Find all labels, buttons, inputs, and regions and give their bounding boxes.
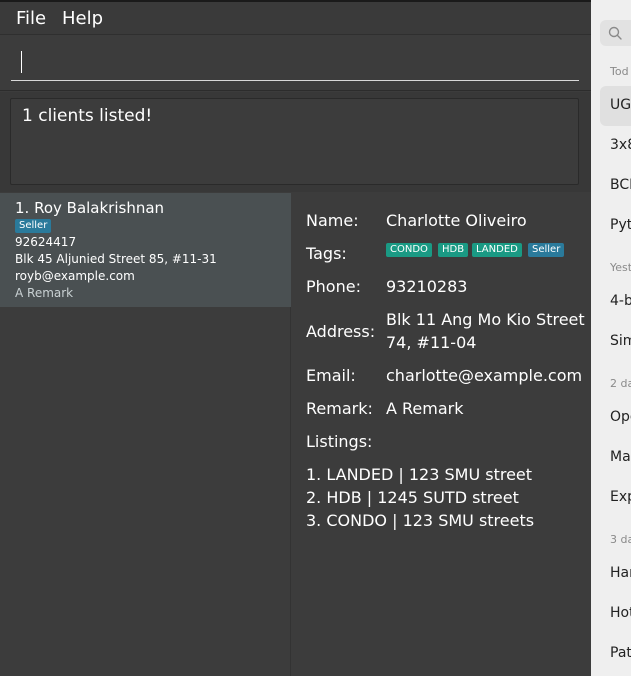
detail-name: Charlotte Oliveiro	[386, 211, 527, 230]
sidebar-item[interactable]: Pat	[610, 645, 631, 661]
tag-badge: HDB	[438, 243, 469, 257]
sidebar-item[interactable]: Hot	[610, 605, 631, 621]
detail-address-line1: Blk 11 Ang Mo Kio Street	[386, 310, 585, 329]
client-email: royb@example.com	[15, 269, 135, 283]
listing-item: 3. CONDO | 123 SMU streets	[306, 511, 535, 530]
phone-label: Phone:	[306, 277, 361, 296]
sidebar-item[interactable]: 4-b	[610, 293, 631, 309]
tag-badge: LANDED	[472, 243, 522, 257]
sidebar-search-field[interactable]	[600, 20, 631, 46]
command-input[interactable]	[11, 46, 579, 81]
listing-item: 1. LANDED | 123 SMU street	[306, 465, 533, 484]
client-address: Blk 45 Aljunied Street 85, #11-31	[15, 252, 217, 266]
sidebar-group-header: 3 da	[610, 533, 631, 546]
result-message: 1 clients listed!	[22, 106, 153, 126]
detail-phone: 93210283	[386, 277, 468, 296]
detail-email: charlotte@example.com	[386, 366, 583, 385]
tag-badge: Seller	[15, 219, 52, 233]
sidebar-item[interactable]: Mat	[610, 449, 631, 465]
menu-file[interactable]: File	[16, 8, 46, 29]
tag-badge: CONDO	[386, 243, 432, 257]
sidebar-item[interactable]: 3x8	[610, 137, 631, 153]
sidebar-group-header: Tod	[610, 65, 629, 78]
sidebar-group-header: 2 da	[610, 377, 631, 390]
sidebar-item[interactable]: Ope	[610, 409, 631, 425]
listings-label: Listings:	[306, 432, 373, 451]
client-name: 1. Roy Balakrishnan	[15, 199, 165, 217]
sidebar-item[interactable]: BCI	[610, 177, 631, 193]
history-sidebar: Tod UG 3x8 BCI Pyt Yest 4-b Sim 2 da Ope…	[591, 0, 631, 676]
client-list-panel[interactable]: 1. Roy Balakrishnan Seller 92624417 Blk …	[0, 193, 291, 676]
sidebar-item[interactable]: Har	[610, 565, 631, 581]
tags-label: Tags:	[306, 244, 347, 263]
sidebar-group-header: Yest	[610, 261, 631, 274]
detail-remark: A Remark	[386, 399, 464, 418]
result-display-area: 1 clients listed!	[0, 92, 591, 192]
listing-item: 2. HDB | 1245 SUTD street	[306, 488, 519, 507]
menu-help[interactable]: Help	[62, 8, 103, 29]
email-label: Email:	[306, 366, 356, 385]
sidebar-item[interactable]: Sim	[610, 333, 631, 349]
client-card[interactable]: 1. Roy Balakrishnan Seller 92624417 Blk …	[0, 193, 291, 307]
text-caret	[21, 51, 22, 73]
client-phone: 92624417	[15, 235, 77, 249]
address-book-window: File Help 1 clients listed! 1. Roy Balak…	[0, 0, 591, 676]
menu-bar: File Help	[0, 2, 591, 35]
client-detail-panel: Name: Charlotte Oliveiro Tags: CONDO HDB…	[292, 193, 591, 676]
result-display: 1 clients listed!	[10, 98, 579, 185]
sidebar-item[interactable]: Exp	[610, 489, 631, 505]
remark-label: Remark:	[306, 399, 373, 418]
tag-badge: Seller	[528, 243, 565, 257]
address-label: Address:	[306, 322, 376, 341]
command-area	[0, 36, 591, 91]
name-label: Name:	[306, 211, 359, 230]
search-icon	[608, 26, 622, 40]
client-remark: A Remark	[15, 286, 74, 300]
detail-address-line2: 74, #11-04	[386, 333, 477, 352]
sidebar-item[interactable]: Pyt	[610, 217, 631, 233]
sidebar-item[interactable]: UG	[610, 97, 631, 113]
